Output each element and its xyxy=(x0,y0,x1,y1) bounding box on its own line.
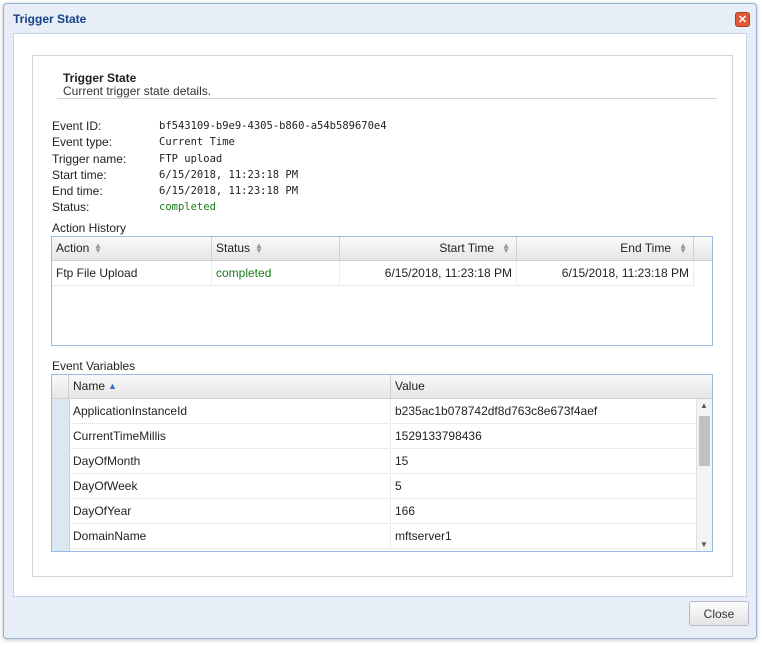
row-numberer xyxy=(52,399,70,551)
start-time-label: Start time: xyxy=(52,168,107,182)
event-type-label: Event type: xyxy=(52,135,113,149)
event-type-value: Current Time xyxy=(159,136,235,148)
row-divider xyxy=(69,548,697,549)
variable-value-cell: 1529133798436 xyxy=(395,429,482,443)
variable-name-cell: DayOfMonth xyxy=(69,449,391,473)
column-header-start-time[interactable]: Start Time ▲ ▼ xyxy=(340,237,517,260)
variable-name-cell: DayOfYear xyxy=(69,499,391,523)
trigger-name-label: Trigger name: xyxy=(52,152,127,166)
panel-description: Current trigger state details. xyxy=(63,84,212,98)
column-header-value[interactable]: Value xyxy=(391,375,712,398)
column-header-status[interactable]: Status ▲ ▼ xyxy=(212,237,340,260)
close-button[interactable]: Close xyxy=(689,601,749,626)
status-value: completed xyxy=(159,201,216,213)
variable-value-cell: 5 xyxy=(395,479,402,493)
header-divider xyxy=(57,98,717,99)
action-history-label: Action History xyxy=(52,221,127,235)
dialog-footer: Close xyxy=(13,598,749,638)
sort-icon: ▲ ▼ xyxy=(679,241,687,255)
start-time-value: 6/15/2018, 11:23:18 PM xyxy=(159,169,299,181)
column-header-end-time-label: End Time xyxy=(620,241,671,255)
event-id-value: bf543109-b9e9-4305-b860-a54b589670e4 xyxy=(159,120,387,132)
variable-name-cell: DomainName xyxy=(69,524,391,548)
dialog-title: Trigger State xyxy=(13,12,87,26)
action-cell: Ftp File Upload xyxy=(52,261,212,285)
dialog-body: Trigger State Current trigger state deta… xyxy=(13,33,747,597)
variable-value-cell: mftserver1 xyxy=(395,529,452,543)
column-header-action-label: Action xyxy=(56,241,90,255)
column-header-start-time-label: Start Time xyxy=(439,241,494,255)
scroll-down-icon[interactable]: ▼ xyxy=(700,540,708,549)
event-variables-header: Name ▲ Value xyxy=(52,375,712,399)
action-history-grid: Action ▲ ▼ Status ▲ ▼ Start Time ▲ ▼ End Ti… xyxy=(51,236,713,346)
panel-title: Trigger State xyxy=(63,71,137,85)
event-variables-grid: Name ▲ Value ApplicationInstanceId b235ac… xyxy=(51,374,713,552)
trigger-name-value: FTP upload xyxy=(159,153,223,165)
event-variables-label: Event Variables xyxy=(52,359,136,373)
column-header-action[interactable]: Action ▲ ▼ xyxy=(52,237,212,260)
variable-name-cell: DayOfWeek xyxy=(69,474,391,498)
column-header-status-label: Status xyxy=(216,241,251,255)
sort-icon: ▲ ▼ xyxy=(502,241,510,255)
trigger-state-panel: Trigger State Current trigger state deta… xyxy=(32,55,733,577)
end-time-cell: 6/15/2018, 11:23:18 PM xyxy=(517,261,694,285)
status-cell: completed xyxy=(212,261,340,285)
sort-icon: ▲ ▼ xyxy=(255,241,263,255)
trigger-state-dialog: Trigger State ✕ Trigger State Current tr… xyxy=(3,3,757,639)
column-header-value-label: Value xyxy=(395,379,425,393)
variable-value-cell: 15 xyxy=(395,454,409,468)
scroll-up-icon[interactable]: ▲ xyxy=(700,401,708,410)
close-icon[interactable]: ✕ xyxy=(735,12,750,27)
vertical-scrollbar[interactable]: ▲ ▼ xyxy=(696,399,712,551)
end-time-label: End time: xyxy=(52,184,103,198)
row-numberer-header xyxy=(52,375,69,398)
sort-icon: ▲ ▼ xyxy=(94,241,102,255)
column-header-end-time[interactable]: End Time ▲ ▼ xyxy=(517,237,694,260)
column-header-name[interactable]: Name ▲ xyxy=(69,375,391,398)
dialog-titlebar[interactable]: Trigger State ✕ xyxy=(4,4,756,34)
start-time-cell: 6/15/2018, 11:23:18 PM xyxy=(340,261,517,285)
variable-name-cell: ApplicationInstanceId xyxy=(69,399,391,423)
status-label: Status: xyxy=(52,200,90,214)
variable-value-cell: b235ac1b078742df8d763c8e673f4aef xyxy=(395,404,598,418)
variable-value-cell: 166 xyxy=(395,504,416,518)
variable-name-cell: CurrentTimeMillis xyxy=(69,424,391,448)
event-id-label: Event ID: xyxy=(52,119,102,133)
sort-ascending-icon: ▲ xyxy=(108,381,117,391)
scrollbar-thumb[interactable] xyxy=(699,416,710,466)
end-time-value: 6/15/2018, 11:23:18 PM xyxy=(159,185,299,197)
action-history-header: Action ▲ ▼ Status ▲ ▼ Start Time ▲ ▼ End Ti… xyxy=(52,237,712,261)
column-header-name-label: Name xyxy=(73,379,106,393)
row-divider xyxy=(52,285,694,286)
